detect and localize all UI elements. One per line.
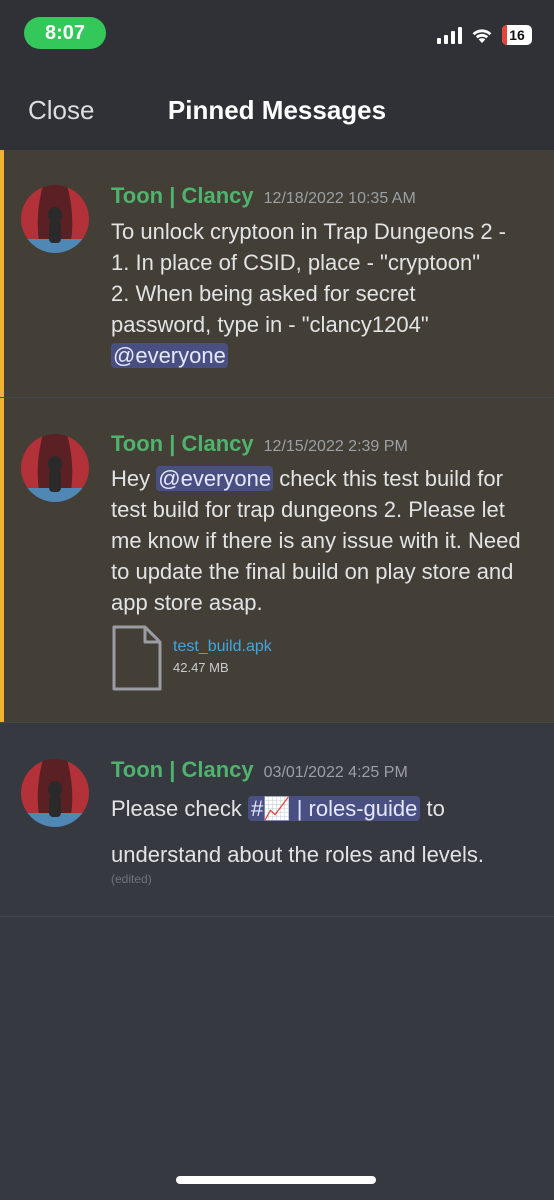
everyone-mention[interactable]: @everyone	[156, 466, 274, 491]
pinned-message[interactable]: Toon | Clancy 12/18/2022 10:35 AM To unlo…	[0, 150, 554, 398]
battery-level: 16	[509, 27, 525, 43]
edited-label: (edited)	[111, 872, 152, 886]
top-bar: 8:07 16 Close Pinned Messages	[0, 0, 554, 150]
page-title-text: Pinned Messages	[167, 95, 387, 125]
message-content: Hey @everyone check this test build for …	[111, 463, 541, 618]
avatar[interactable]	[21, 759, 89, 827]
file-icon	[112, 625, 162, 691]
wifi-icon	[470, 26, 494, 44]
avatar[interactable]	[21, 185, 89, 253]
file-name-link[interactable]: test_build.apk	[173, 638, 272, 656]
status-icons: 16	[437, 22, 532, 48]
file-info: test_build.apk 42.47 MB	[173, 638, 272, 675]
battery-level-fill	[502, 25, 507, 45]
message-timestamp: 12/18/2022 10:35 AM	[263, 190, 416, 207]
file-attachment[interactable]: test_build.apk 42.47 MB	[111, 624, 272, 692]
author-name[interactable]: Toon | Clancy	[111, 431, 254, 456]
message-line: 2. When being asked for secret	[111, 281, 416, 306]
page-title: Pinned Messages	[0, 95, 554, 126]
home-indicator[interactable]	[176, 1176, 376, 1184]
message-author[interactable]: Toon | Clancy 12/15/2022 2:39 PM	[111, 431, 408, 457]
author-name[interactable]: Toon | Clancy	[111, 757, 254, 782]
message-divider	[0, 916, 554, 917]
message-content: Please check #📈 | roles-guide to	[111, 793, 541, 824]
message-author[interactable]: Toon | Clancy 03/01/2022 4:25 PM	[111, 757, 408, 783]
message-author[interactable]: Toon | Clancy 12/18/2022 10:35 AM	[111, 183, 416, 209]
message-text: to	[420, 796, 445, 821]
message-line: 1. In place of CSID, place - "cryptoon"	[111, 250, 481, 275]
author-name[interactable]: Toon | Clancy	[111, 183, 254, 208]
message-timestamp: 12/15/2022 2:39 PM	[263, 438, 408, 455]
pinned-messages-screen: 8:07 16 Close Pinned Messages Toon | Cla…	[0, 0, 554, 1200]
pinned-message[interactable]: Toon | Clancy 12/15/2022 2:39 PM Hey @eve…	[0, 398, 554, 722]
status-time: 8:07	[24, 17, 106, 49]
message-content: To unlock cryptoon in Trap Dungeons 2 - …	[111, 216, 541, 371]
channel-link-roles-guide[interactable]: #📈 | roles-guide	[247, 796, 421, 821]
everyone-mention[interactable]: @everyone	[111, 343, 228, 368]
message-text: Please check	[111, 796, 248, 821]
file-size: 42.47 MB	[173, 660, 229, 675]
avatar[interactable]	[21, 434, 89, 502]
battery-icon: 16	[502, 25, 532, 45]
cellular-signal-icon	[437, 26, 462, 44]
message-content-line2: understand about the roles and levels.	[111, 842, 485, 867]
message-line: password, type in - "clancy1204"	[111, 312, 429, 337]
pinned-message[interactable]: Toon | Clancy 03/01/2022 4:25 PM Please c…	[0, 723, 554, 916]
message-line: To unlock cryptoon in Trap Dungeons 2 -	[111, 219, 507, 244]
message-timestamp: 03/01/2022 4:25 PM	[263, 764, 408, 781]
message-text: Hey	[111, 466, 157, 491]
